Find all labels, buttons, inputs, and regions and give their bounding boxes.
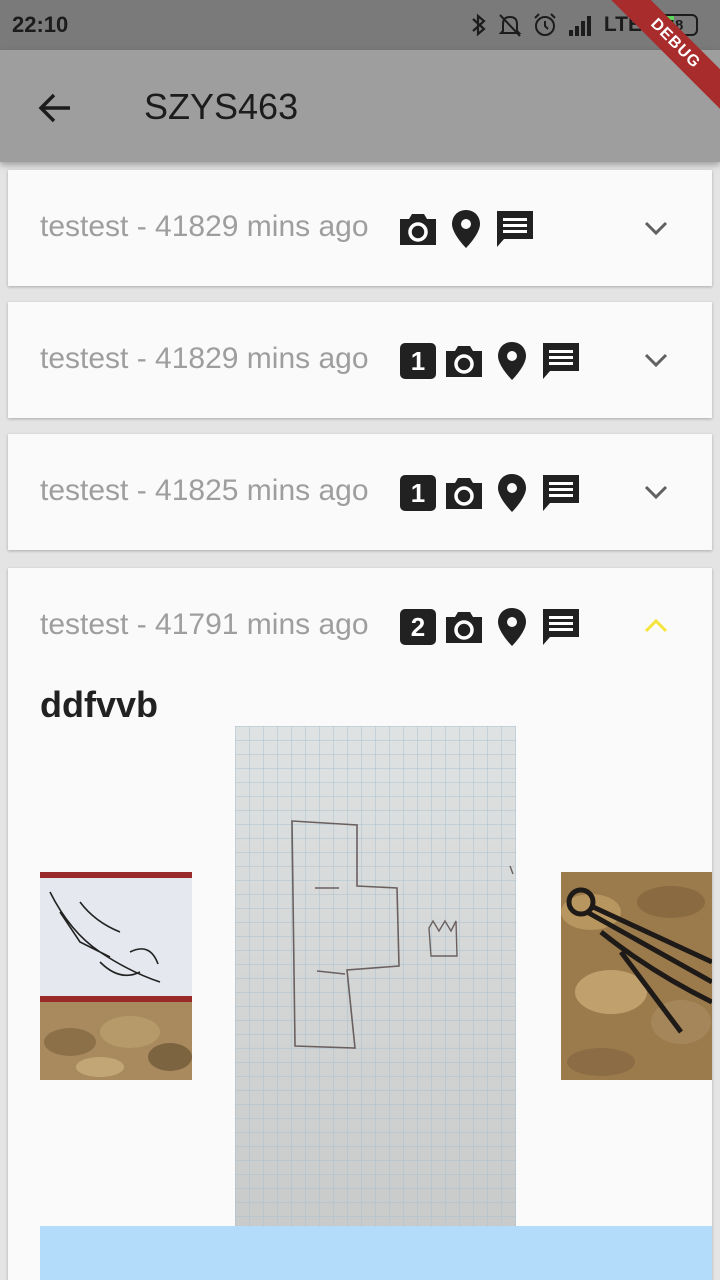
entry-header[interactable]: testest - 41829 mins ago 1 <box>8 302 712 418</box>
entry-title: testest - 41791 mins ago <box>40 608 369 641</box>
app-bar: SZYS463 <box>0 50 720 162</box>
arrow-back-icon[interactable] <box>32 84 80 132</box>
camera-icon <box>446 478 482 509</box>
chevron-down-icon[interactable] <box>640 476 672 508</box>
page-title: SZYS463 <box>144 86 299 127</box>
entry-header[interactable]: testest - 41791 mins ago 2 <box>8 568 712 684</box>
photo-carousel[interactable] <box>40 726 712 1226</box>
entry-icons: 1 <box>400 472 582 514</box>
entry-card-expanded[interactable]: testest - 41791 mins ago 2 ddfvvb <box>8 568 712 1280</box>
entry-message: ddfvvb <box>40 684 159 725</box>
status-bar: 22:10 LTE 48 <box>0 0 720 50</box>
signal-icon <box>568 16 591 36</box>
entry-card[interactable]: testest - 41825 mins ago 1 <box>8 434 712 550</box>
entry-icons: 2 <box>400 606 582 648</box>
camera-icon <box>446 346 482 377</box>
camera-icon <box>446 612 482 643</box>
photo-count-badge: 1 <box>400 343 436 379</box>
photo-thumbnail[interactable] <box>40 872 192 1080</box>
bluetooth-icon <box>472 13 486 37</box>
entry-card[interactable]: testest - 41829 mins ago <box>8 170 712 286</box>
entry-title: testest - 41825 mins ago <box>40 474 369 507</box>
location-pin-icon <box>498 342 526 380</box>
entry-icons <box>398 208 536 250</box>
location-pin-icon <box>452 210 480 248</box>
message-icon <box>543 343 579 379</box>
entry-card[interactable]: testest - 41829 mins ago 1 <box>8 302 712 418</box>
alarm-icon <box>534 13 556 36</box>
location-pin-icon <box>498 474 526 512</box>
message-icon <box>497 211 533 247</box>
bell-off-icon <box>498 14 522 37</box>
location-pin-icon <box>498 608 526 646</box>
photo-thumbnail[interactable] <box>561 872 712 1080</box>
entry-icons: 1 <box>400 340 582 382</box>
chevron-down-icon[interactable] <box>640 344 672 376</box>
message-icon <box>543 475 579 511</box>
chevron-down-icon[interactable] <box>640 212 672 244</box>
message-icon <box>543 609 579 645</box>
chevron-up-icon[interactable] <box>640 610 672 642</box>
entry-title: testest - 41829 mins ago <box>40 210 369 243</box>
map-panel[interactable] <box>40 1226 712 1280</box>
entry-header[interactable]: testest - 41829 mins ago <box>8 170 712 286</box>
photo-count-badge: 1 <box>400 475 436 511</box>
camera-icon <box>400 214 436 245</box>
photo-main[interactable] <box>235 726 516 1226</box>
status-time: 22:10 <box>12 12 69 37</box>
entry-header[interactable]: testest - 41825 mins ago 1 <box>8 434 712 550</box>
photo-count-badge: 2 <box>400 609 436 645</box>
entry-title: testest - 41829 mins ago <box>40 342 369 375</box>
